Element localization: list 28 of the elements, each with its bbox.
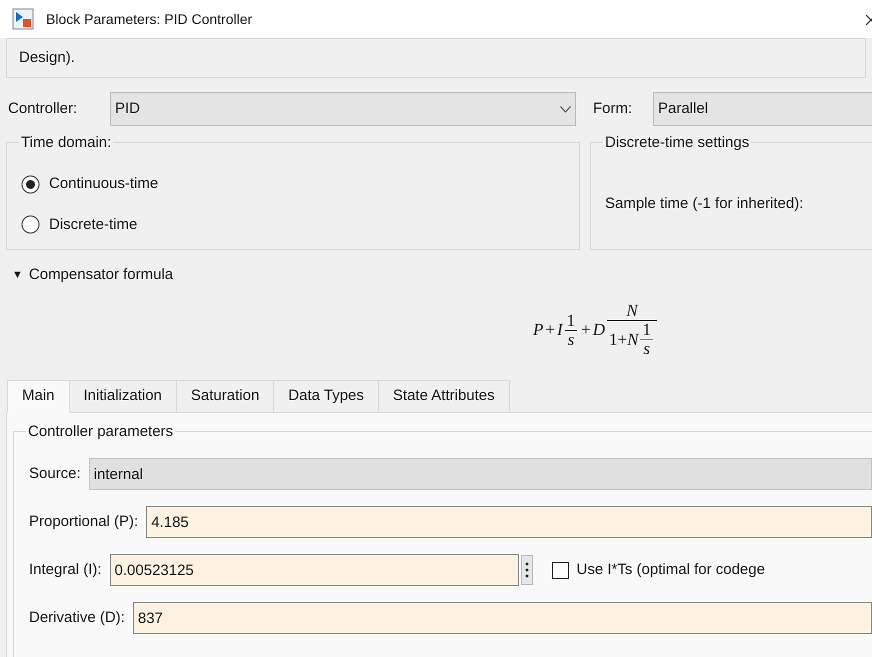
field-label: Integral (I):	[29, 560, 102, 580]
field-label: Proportional (P):	[29, 512, 138, 532]
field-label: Form:	[593, 98, 634, 119]
radio-label: Continuous-time	[49, 174, 158, 194]
tab[interactable]: Main	[7, 380, 70, 413]
tab[interactable]: State Attributes	[378, 380, 510, 413]
radio-label: Discrete-time	[49, 214, 138, 234]
field-label: Derivative (D):	[29, 608, 125, 628]
section-label[interactable]: Compensator formula	[28, 264, 174, 286]
integral-field[interactable]: 0.00523125	[110, 554, 519, 586]
radio-button[interactable]	[21, 174, 40, 194]
chevron-down-icon	[560, 106, 571, 112]
field-label: Controller:	[7, 98, 78, 119]
expand-toggle[interactable]: ▼	[12, 266, 23, 284]
field-label: Source:	[29, 464, 81, 484]
derivative-field[interactable]: 837	[132, 602, 872, 634]
checkbox-label: Use I*Ts (optimal for codege	[576, 560, 765, 580]
field-label: Sample time (-1 for inherited):	[605, 194, 804, 214]
window-title: Block Parameters: PID Controller	[46, 10, 252, 28]
form-dropdown[interactable]: Parallel	[653, 92, 872, 126]
app-icon	[12, 8, 34, 30]
radio-button[interactable]	[21, 215, 40, 234]
more-options-icon[interactable]	[520, 555, 533, 585]
source-field[interactable]: internal	[88, 458, 872, 490]
checkbox[interactable]	[552, 562, 569, 578]
proportional-field[interactable]: 4.185	[146, 506, 872, 538]
description-text: Design).	[19, 48, 75, 68]
controller-dropdown[interactable]: PID	[110, 92, 576, 126]
